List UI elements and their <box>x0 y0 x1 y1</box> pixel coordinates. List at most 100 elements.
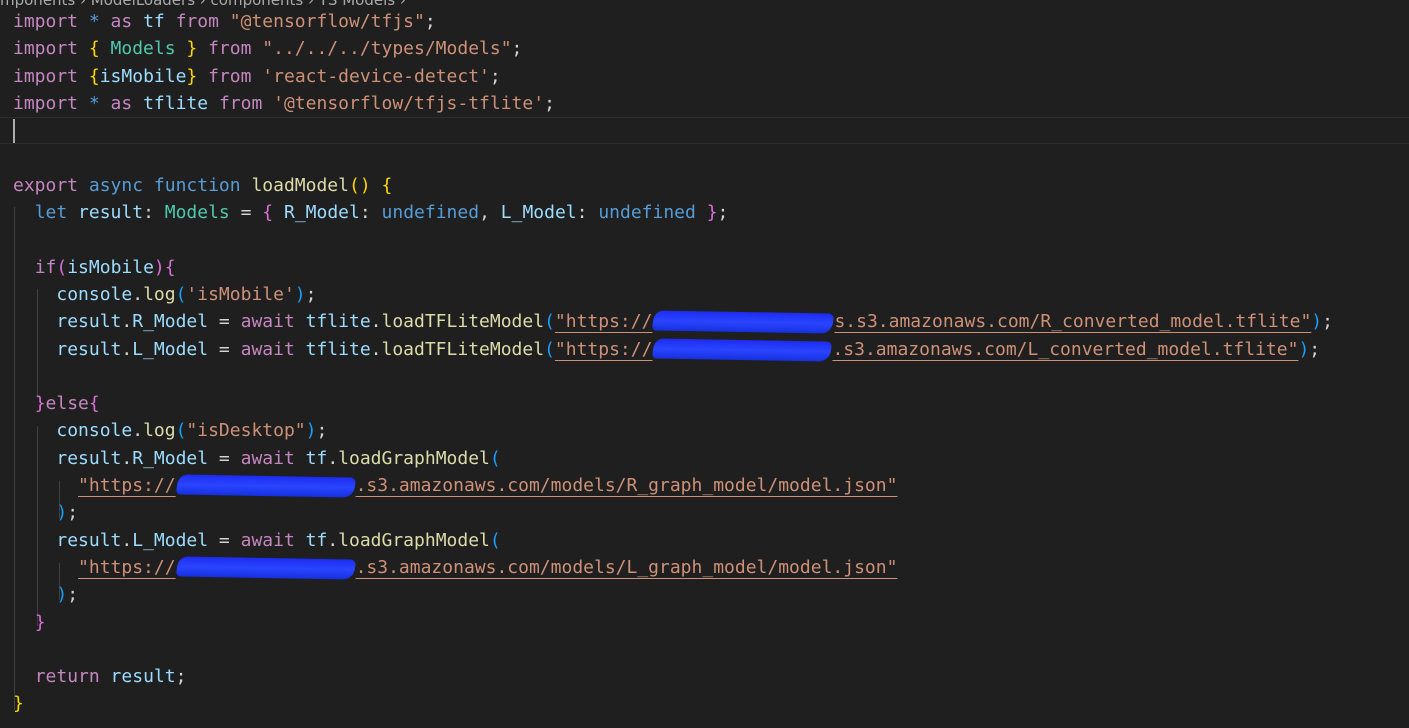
code-line-26[interactable]: } <box>0 690 1409 717</box>
token-bracket: } <box>34 611 46 633</box>
token-string: "@tensorflow/tfjs" <box>218 11 425 32</box>
code-line-10[interactable]: if(isMobile){ <box>0 254 1409 281</box>
code-line-21[interactable]: "https:// .s3.amazonaws.com/models/L_grap… <box>0 554 1409 581</box>
token-bracket: } <box>186 65 209 87</box>
token-type: Models <box>164 202 230 224</box>
token-variable: result <box>56 338 122 360</box>
token-constant: undefined <box>381 202 480 224</box>
token-type: Models <box>110 38 176 60</box>
code-line-13[interactable]: result.L_Model = await tflite.loadTFLite… <box>0 336 1409 363</box>
token-function: log <box>143 283 176 305</box>
token-function: loadModel <box>240 174 349 196</box>
token-variable: result <box>67 202 144 224</box>
code-line-17[interactable]: result.R_Model = await tf.loadGraphModel… <box>0 445 1409 472</box>
url-end: .s3.amazonaws.com/models/L_graph_model/m… <box>355 556 898 578</box>
token-punctuation: ; <box>316 420 328 442</box>
token-keyword: import <box>13 38 79 60</box>
token-keyword: return <box>34 666 100 688</box>
token-keyword: import <box>13 65 79 87</box>
token-bracket: { <box>262 202 284 224</box>
code-line-9[interactable] <box>0 226 1409 253</box>
code-line-14[interactable] <box>0 363 1409 390</box>
token-bracket: { <box>88 393 100 415</box>
token-bracket: { <box>370 174 393 196</box>
code-line-25[interactable]: return result; <box>0 663 1409 690</box>
code-line-15[interactable]: }else{ <box>0 390 1409 417</box>
token-bracket: ) <box>56 584 68 606</box>
token-keyword: export <box>13 174 79 196</box>
url-link[interactable]: "https:// s.s3.amazonaws.com/R_converted_… <box>554 310 1312 334</box>
token-operator: = <box>208 447 241 469</box>
url-end: .s3.amazonaws.com/models/R_graph_model/m… <box>355 475 898 497</box>
code-line-2[interactable]: import { Models } from "../../../types/M… <box>0 35 1409 62</box>
token-punctuation: . <box>370 338 382 360</box>
token-variable: tf <box>294 447 328 469</box>
token-punctuation: ; <box>544 92 555 114</box>
token-property: R_Model <box>283 202 360 224</box>
token-string: 'isMobile' <box>186 283 295 305</box>
token-bracket: { <box>164 256 176 278</box>
code-line-current[interactable] <box>0 117 1409 145</box>
token-function: log <box>143 420 176 442</box>
token-punctuation: . <box>132 283 144 305</box>
token-keyword: import <box>13 92 79 114</box>
code-editor[interactable]: import * as tf from "@tensorflow/tfjs"; … <box>0 8 1409 718</box>
url-link[interactable]: "https:// .s3.amazonaws.com/models/R_grap… <box>78 474 898 498</box>
token-punctuation: . <box>121 311 133 333</box>
code-line-3[interactable]: import {isMobile} from 'react-device-det… <box>0 63 1409 90</box>
code-line-20[interactable]: result.L_Model = await tf.loadGraphModel… <box>0 527 1409 554</box>
token-bracket: } <box>34 393 46 415</box>
token-keyword: await <box>240 447 295 469</box>
token-variable: console <box>56 420 133 442</box>
token-bracket: ) <box>305 420 317 442</box>
code-line-8[interactable]: let result: Models = { R_Model: undefine… <box>0 199 1409 226</box>
url-link[interactable]: "https:// .s3.amazonaws.com/L_converted_m… <box>555 338 1298 362</box>
token-keyword: import <box>13 11 79 32</box>
token-punctuation: . <box>327 529 339 551</box>
token-punctuation: . <box>370 311 382 333</box>
token-string: "../../../types/Models" <box>251 38 512 60</box>
code-line-22[interactable]: ); <box>0 581 1409 608</box>
token-function: loadTFLiteModel <box>381 338 545 360</box>
token-bracket: { <box>78 65 100 87</box>
code-line-11[interactable]: console.log('isMobile'); <box>0 281 1409 308</box>
token-punctuation: ; <box>511 38 523 60</box>
token-bracket: ) <box>153 256 165 278</box>
token-storage: let <box>34 202 68 224</box>
code-line-24[interactable] <box>0 636 1409 663</box>
code-line-18[interactable]: "https:// .s3.amazonaws.com/models/R_grap… <box>0 472 1409 499</box>
token-operator: * <box>78 11 111 32</box>
token-bracket: } <box>175 38 209 60</box>
code-line-19[interactable]: ); <box>0 499 1409 526</box>
token-variable: tflite <box>294 338 371 360</box>
token-variable: tf <box>294 529 328 551</box>
token-variable: tf <box>132 11 176 32</box>
token-operator: = <box>208 529 241 551</box>
token-keyword: await <box>240 529 295 551</box>
redaction-scribble <box>652 338 833 362</box>
token-bracket: ( <box>544 338 555 360</box>
code-line-23[interactable]: } <box>0 609 1409 636</box>
token-string: '@tensorflow/tfjs-tflite' <box>262 92 545 114</box>
token-keyword: await <box>240 338 295 360</box>
url-start: "https:// <box>554 311 653 333</box>
token-punctuation: : <box>576 202 599 224</box>
token-bracket: } <box>695 202 718 224</box>
url-link[interactable]: "https:// .s3.amazonaws.com/models/L_grap… <box>78 556 898 580</box>
code-line-4[interactable]: import * as tflite from '@tensorflow/tfj… <box>0 90 1409 117</box>
code-line-7[interactable]: export async function loadModel() { <box>0 172 1409 199</box>
url-end: s.s3.amazonaws.com/R_converted_model.tfl… <box>834 311 1312 333</box>
code-line-6[interactable] <box>0 144 1409 171</box>
token-punctuation: ; <box>717 202 729 224</box>
token-punctuation: ; <box>489 65 501 87</box>
token-punctuation: : <box>359 202 382 224</box>
token-storage: function <box>143 174 241 196</box>
code-line-12[interactable]: result.R_Model = await tflite.loadTFLite… <box>0 308 1409 335</box>
token-keyword: as <box>110 11 133 32</box>
code-line-16[interactable]: console.log("isDesktop"); <box>0 417 1409 444</box>
code-line-1[interactable]: import * as tf from "@tensorflow/tfjs"; <box>0 8 1409 35</box>
token-variable: isMobile <box>67 256 154 278</box>
token-punctuation: ; <box>1309 338 1321 360</box>
redaction-scribble <box>175 474 356 498</box>
token-punctuation: ; <box>175 666 187 688</box>
